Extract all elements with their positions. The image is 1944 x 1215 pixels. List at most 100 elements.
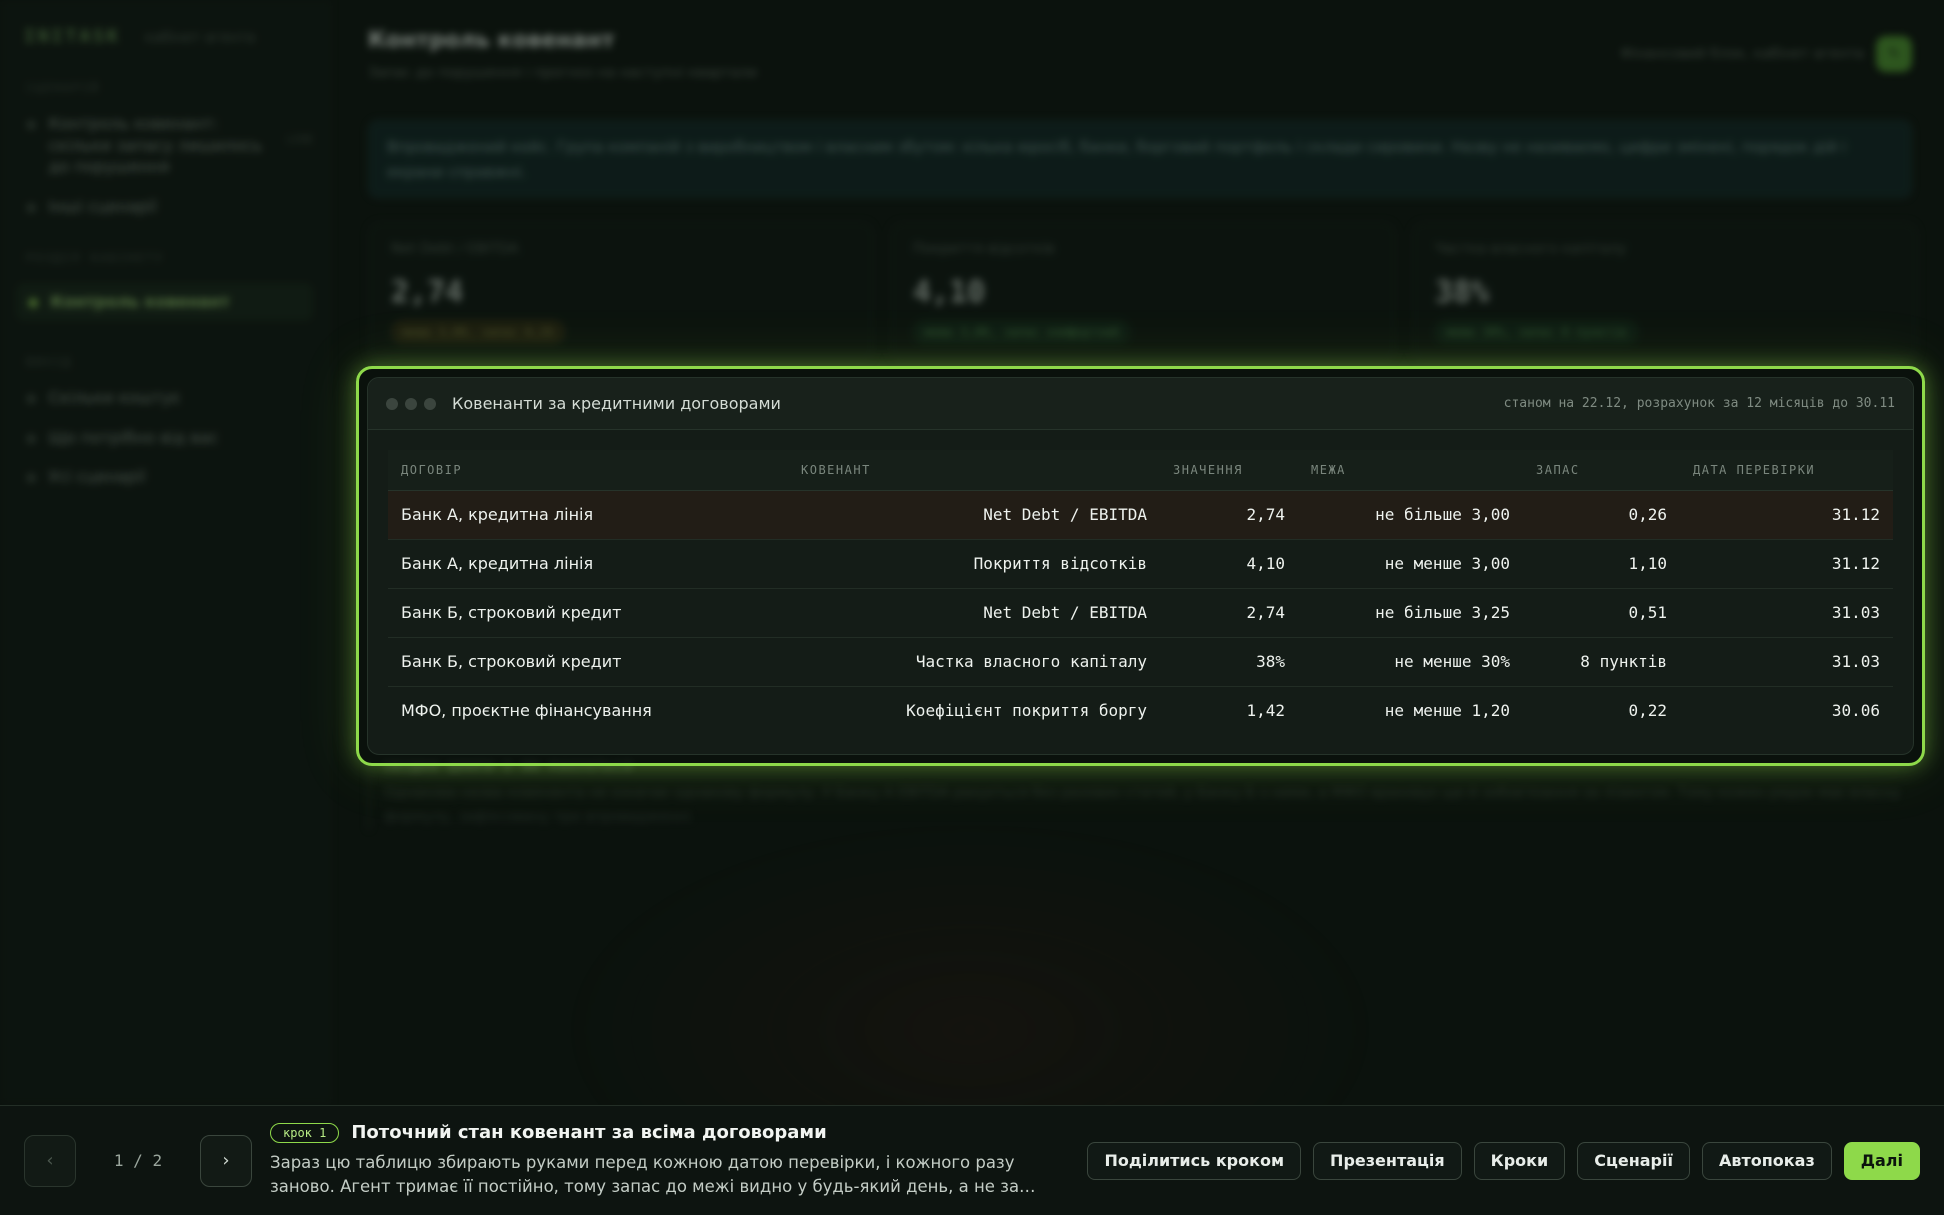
sidebar-item-pricing[interactable]: ● Скільки коштує [26,387,313,409]
sidebar-item-label: Контроль ковенант [50,292,230,312]
covenant-table-card: Ковенанти за кредитними договорами стано… [367,377,1914,755]
cell-contract: Банк А, кредитна лінія [388,490,788,540]
cell-check-date: 31.03 [1680,588,1893,638]
tour-bar: ‹ 1 / 2 › крок 1 Поточний стан ковенант … [0,1105,1944,1215]
page-title: Контроль ковенант [368,28,615,53]
next-step-arrow-button[interactable]: › [200,1134,252,1187]
cell-margin: 1,10 [1523,539,1680,589]
sidebar-item-label: Інші сценарії [48,196,157,216]
column-header-covenant: КОВЕНАНТ [788,450,1160,491]
table-row[interactable]: МФО, проєктне фінансування Коефіцієнт по… [388,686,1893,735]
sidebar: INITASK кабінет агента Сценарій ● Контро… [0,0,330,1105]
kpi-status-chip: межа 30%, запас 8 пунктів [1435,320,1638,344]
sidebar-item-covenant-scenario[interactable]: ● Контроль ковенант: скільки запасу лиши… [26,113,313,178]
column-header-check-date: ДАТА ПЕРЕВІРКИ [1680,450,1893,491]
kpi-card-interest-coverage: Покриття відсотків 4,10 межа 3,00, запас… [890,222,1396,362]
live-badge: LIVE [286,133,314,146]
kpi-card-net-debt: Net Debt / EBITDA 2,74 межа 3,00, запас … [368,222,874,362]
bullet-icon: ● [26,117,37,131]
steps-button[interactable]: Кроки [1473,1141,1566,1180]
sidebar-group-exit: Вихід [26,354,73,369]
brand-logo: INITASK [24,26,121,47]
sidebar-item-label: Скільки коштує [48,387,181,407]
cell-check-date: 31.12 [1680,490,1893,540]
sidebar-group-section: Розділ кабінету [26,251,165,266]
sidebar-item-all-scenarios[interactable]: ● Усі сценарії [26,466,313,488]
cell-margin: 8 пунктів [1523,637,1680,687]
tour-actions: Поділитись кроком Презентація Кроки Сцен… [1087,1141,1920,1180]
autoplay-button[interactable]: Автопоказ [1701,1141,1832,1180]
header-account-label: Фінансовий блок, кабінет агента [1620,46,1864,62]
tour-spotlight: Ковенанти за кредитними договорами стано… [356,366,1925,766]
cell-covenant: Частка власного капіталу [788,637,1160,687]
bullet-icon: ● [26,199,37,214]
methodology-text: Однакова назва ковенанта не означає одна… [384,785,1901,825]
kpi-label: Частка власного капіталу [1435,241,1627,257]
cell-check-date: 31.12 [1680,539,1893,589]
cell-limit: не менше 3,00 [1298,539,1523,589]
methodology-note: ЗВІДКИ ЦИФРИ І ЯК РАХУЄТЬСЯ Однакова наз… [368,760,1912,830]
cell-value: 4,10 [1160,539,1298,589]
step-chip: крок 1 [270,1122,340,1143]
column-header-contract: ДОГОВІР [388,450,788,491]
bullet-icon: ● [28,295,39,310]
sidebar-item-other-scenarios[interactable]: ● Інші сценарії [26,196,313,218]
cell-contract: Банк Б, строковий кредит [388,588,788,638]
cell-covenant: Net Debt / EBITDA [788,490,1160,540]
prev-step-button[interactable]: ‹ [24,1134,76,1187]
bullet-icon: ● [26,430,37,445]
scenarios-button[interactable]: Сценарії [1577,1141,1690,1180]
cell-limit: не менше 30% [1298,637,1523,687]
table-row[interactable]: Банк А, кредитна лінія Покриття відсоткі… [388,539,1893,589]
page-header: Контроль ковенант Запас до порушення і п… [368,28,757,81]
cell-value: 1,42 [1246,701,1285,721]
cell-check-date: 31.03 [1680,637,1893,687]
kpi-card-equity-share: Частка власного капіталу 38% межа 30%, з… [1412,222,1918,362]
brand: INITASK кабінет агента [24,26,313,47]
kpi-value: 4,10 [913,275,986,310]
cell-covenant: Net Debt / EBITDA [788,588,1160,638]
page-subtitle: Запас до порушення і прогноз на наступні… [368,65,758,81]
kpi-status-chip: межа 3,00, запас 0,26 [391,320,565,344]
cell-value: 2,74 [1160,588,1298,638]
sidebar-item-label: Що потрібно від вас [48,427,219,447]
table-row[interactable]: Банк А, кредитна лінія Net Debt / EBITDA… [388,490,1893,540]
bullet-icon: ● [26,470,37,485]
bullet-icon: ● [26,390,37,405]
chat-icon[interactable]: ✎ [1876,36,1912,72]
step-description: крок 1 Поточний стан ковенант за всіма д… [270,1122,1070,1199]
presentation-button[interactable]: Презентація [1313,1141,1462,1180]
cell-covenant: Покриття відсотків [788,539,1160,589]
cell-limit: не більше 3,25 [1298,588,1523,638]
card-title: Ковенанти за кредитними договорами [452,394,781,413]
chevron-right-icon: › [222,1150,230,1171]
step-title: Поточний стан ковенант за всіма договора… [351,1122,827,1144]
chevron-left-icon: ‹ [46,1150,54,1171]
kpi-value: 38% [1435,275,1490,310]
kpi-label: Net Debt / EBITDA [391,241,519,257]
brand-subtitle: кабінет агента [144,30,256,46]
cell-limit: не більше 3,00 [1298,490,1523,540]
sidebar-group-scenario: Сценарій [26,81,100,95]
case-note: Впроваджений кейс. Група компаній з виро… [368,120,1912,198]
sidebar-item-requirements[interactable]: ● Що потрібно від вас [26,427,313,449]
share-step-button[interactable]: Поділитись кроком [1087,1141,1302,1180]
step-text: Зараз цю таблицю збирають руками перед к… [270,1153,1036,1196]
card-header: Ковенанти за кредитними договорами стано… [368,378,1913,430]
cell-limit: не менше 1,20 [1384,701,1510,721]
header-account: Фінансовий блок, кабінет агента ✎ [1620,36,1912,72]
sidebar-item-label: Контроль ковенант: скільки запасу лишило… [48,114,263,177]
sidebar-item-covenant-control[interactable]: ● Контроль ковенант [16,283,313,321]
cell-contract: МФО, проєктне фінансування [401,701,652,721]
window-dots-icon [386,397,436,410]
column-header-margin: ЗАПАС [1523,450,1680,491]
table-row[interactable]: Банк Б, строковий кредит Частка власного… [388,637,1893,687]
cell-margin: 0,26 [1523,490,1680,540]
card-meta: станом на 22.12, розрахунок за 12 місяці… [1503,396,1895,411]
step-pager: 1 / 2 [113,1151,163,1170]
table-row[interactable]: Банк Б, строковий кредит Net Debt / EBIT… [388,588,1893,638]
kpi-label: Покриття відсотків [913,241,1055,257]
next-button[interactable]: Далі [1843,1141,1920,1180]
table-header-row: ДОГОВІР КОВЕНАНТ ЗНАЧЕННЯ МЕЖА ЗАПАС ДАТ… [388,450,1893,491]
cell-value: 38% [1160,637,1298,687]
